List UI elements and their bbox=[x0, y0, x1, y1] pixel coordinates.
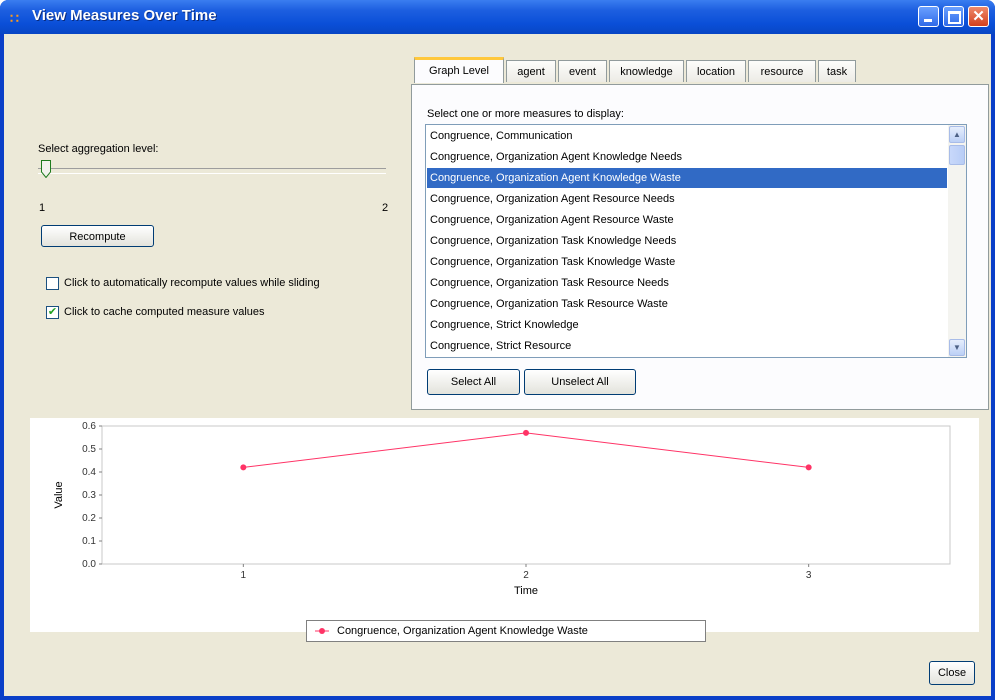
auto-recompute-label: Click to automatically recompute values … bbox=[64, 277, 320, 289]
chart-area: 0.0 0.1 0.2 0.3 0.4 0.5 0.6 1 2 3 Time Value bbox=[30, 418, 979, 632]
y-tick-label: 0.5 bbox=[82, 444, 96, 455]
select-all-button[interactable]: Select All bbox=[427, 369, 520, 395]
app-icon: ∷ bbox=[10, 10, 19, 26]
minimize-button[interactable] bbox=[918, 6, 939, 27]
cache-values-label: Click to cache computed measure values bbox=[64, 306, 265, 318]
list-item[interactable]: Congruence, Strict Knowledge bbox=[427, 315, 947, 335]
measures-prompt: Select one or more measures to display: bbox=[427, 108, 624, 120]
tab-agent[interactable]: agent bbox=[506, 60, 556, 82]
measures-list[interactable]: Congruence, Communication Congruence, Or… bbox=[425, 124, 967, 358]
auto-recompute-checkbox[interactable] bbox=[46, 277, 59, 290]
chevron-up-icon: ▲ bbox=[953, 130, 961, 139]
data-point bbox=[523, 429, 529, 436]
data-point bbox=[240, 464, 247, 471]
maximize-button[interactable] bbox=[943, 6, 964, 27]
chevron-down-icon: ▼ bbox=[953, 343, 961, 352]
title-bar[interactable]: ∷ View Measures Over Time ✕ bbox=[0, 0, 995, 34]
window-title: View Measures Over Time bbox=[32, 7, 217, 24]
tab-task[interactable]: task bbox=[818, 60, 856, 82]
legend-marker bbox=[315, 628, 329, 634]
scroll-up-button[interactable]: ▲ bbox=[949, 126, 965, 143]
y-tick-label: 0.6 bbox=[82, 421, 96, 432]
list-item[interactable]: Congruence, Organization Task Knowledge … bbox=[427, 231, 947, 251]
tab-graph-level[interactable]: Graph Level bbox=[414, 57, 504, 83]
plot-background bbox=[101, 425, 951, 565]
y-tick-label: 0.4 bbox=[82, 467, 96, 478]
scroll-thumb[interactable] bbox=[949, 145, 965, 165]
slider-max-label: 2 bbox=[382, 202, 389, 214]
list-item[interactable]: Congruence, Organization Agent Knowledge… bbox=[427, 147, 947, 167]
y-axis-label: Value bbox=[53, 481, 65, 508]
tab-event[interactable]: event bbox=[558, 60, 607, 82]
list-item[interactable]: Congruence, Strict Resource bbox=[427, 336, 947, 356]
list-item[interactable]: Congruence, Organization Task Resource W… bbox=[427, 294, 947, 314]
list-item[interactable]: Congruence, Organization Task Knowledge … bbox=[427, 252, 947, 272]
tab-location[interactable]: location bbox=[686, 60, 746, 82]
close-button[interactable]: Close bbox=[929, 661, 975, 685]
list-item-selected[interactable]: Congruence, Organization Agent Knowledge… bbox=[427, 168, 947, 188]
line-chart: 0.0 0.1 0.2 0.3 0.4 0.5 0.6 1 2 3 Time Value bbox=[53, 421, 951, 597]
slider-min-label: 1 bbox=[39, 202, 46, 214]
legend-label: Congruence, Organization Agent Knowledge… bbox=[337, 625, 588, 637]
unselect-all-button[interactable]: Unselect All bbox=[524, 369, 636, 395]
tab-knowledge[interactable]: knowledge bbox=[609, 60, 684, 82]
cache-values-checkbox[interactable]: ✔ bbox=[46, 306, 59, 319]
aggregation-slider-track[interactable] bbox=[38, 168, 386, 174]
aggregation-slider-thumb[interactable] bbox=[41, 160, 51, 178]
x-tick-label: 1 bbox=[241, 570, 247, 581]
list-item[interactable]: Congruence, Organization Agent Resource … bbox=[427, 210, 947, 230]
checkmark-icon: ✔ bbox=[47, 306, 58, 318]
list-item[interactable]: Congruence, Organization Agent Resource … bbox=[427, 189, 947, 209]
tab-resource[interactable]: resource bbox=[748, 60, 816, 82]
recompute-button[interactable]: Recompute bbox=[41, 225, 154, 247]
chart-legend: Congruence, Organization Agent Knowledge… bbox=[306, 620, 706, 642]
x-tick-label: 2 bbox=[523, 570, 529, 581]
scroll-down-button[interactable]: ▼ bbox=[949, 339, 965, 356]
list-item[interactable]: Congruence, Organization Task Resource N… bbox=[427, 273, 947, 293]
x-tick-label: 3 bbox=[806, 570, 812, 581]
list-item[interactable]: Congruence, Communication bbox=[427, 126, 947, 146]
x-axis-label: Time bbox=[514, 585, 538, 597]
y-tick-label: 0.3 bbox=[82, 490, 96, 501]
list-scrollbar[interactable]: ▲ ▼ bbox=[948, 125, 966, 357]
y-tick-label: 0.2 bbox=[82, 513, 96, 524]
aggregation-label: Select aggregation level: bbox=[38, 143, 159, 155]
y-tick-label: 0.1 bbox=[82, 536, 96, 547]
close-icon: ✕ bbox=[972, 8, 985, 25]
y-tick-label: 0.0 bbox=[82, 559, 96, 570]
data-point bbox=[805, 464, 812, 471]
close-window-button[interactable]: ✕ bbox=[968, 6, 989, 27]
